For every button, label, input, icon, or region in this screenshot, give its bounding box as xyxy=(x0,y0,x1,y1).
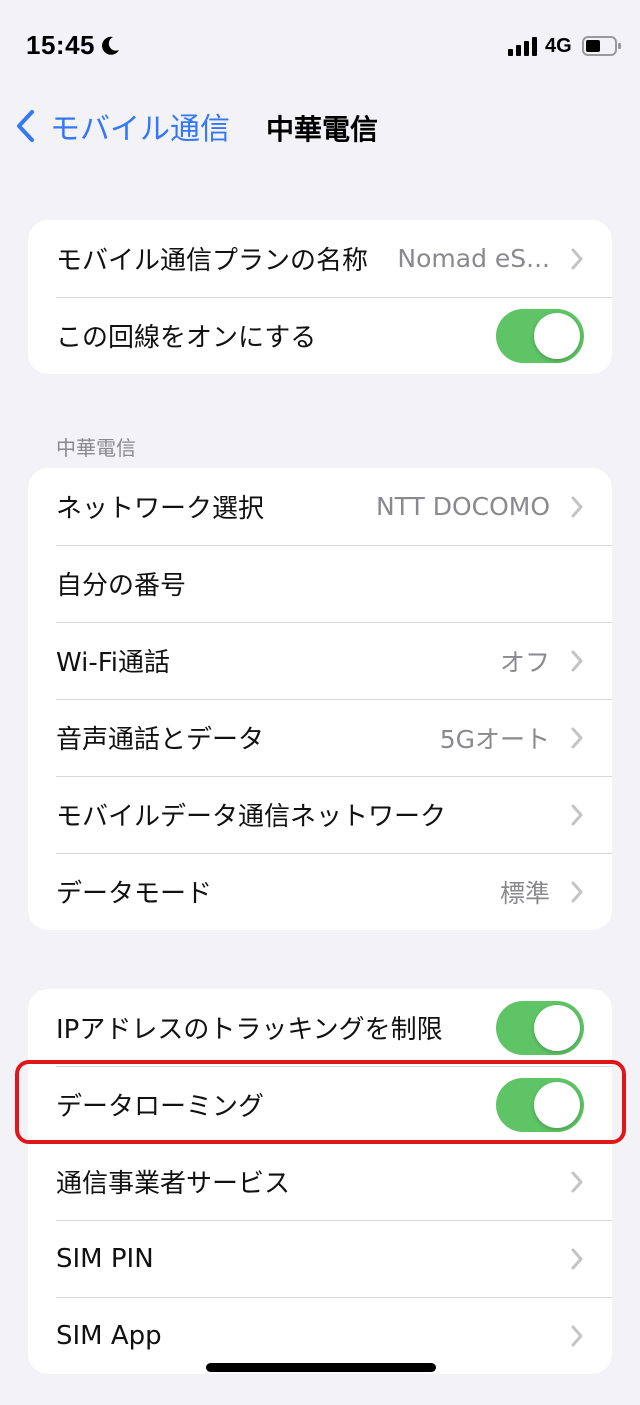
status-time: 15:45 xyxy=(26,30,95,60)
ip-tracking-row: IPアドレスのトラッキングを制限 xyxy=(28,989,612,1066)
plan-name-row[interactable]: モバイル通信プランの名称 Nomad eS... xyxy=(28,220,612,297)
row-value: 標準 xyxy=(499,878,550,908)
carrier-services-row[interactable]: 通信事業者サービス xyxy=(28,1143,612,1220)
mobile-data-network-row[interactable]: モバイルデータ通信ネットワーク xyxy=(28,776,612,853)
chevron-right-icon xyxy=(571,727,583,748)
chevron-left-icon xyxy=(17,110,34,142)
network-type: 4G xyxy=(545,35,572,57)
sim-pin-row[interactable]: SIM PIN xyxy=(28,1220,612,1297)
moon-icon xyxy=(102,36,119,55)
plan-name-value: Nomad eS... xyxy=(397,244,550,273)
network-selection-row[interactable]: ネットワーク選択 NTT DOCOMO xyxy=(28,468,612,545)
sim-app-label: SIM App xyxy=(56,1320,162,1351)
ip-tracking-toggle[interactable] xyxy=(496,1000,584,1055)
battery-icon xyxy=(582,36,621,56)
chevron-right-icon xyxy=(571,1325,583,1346)
back-button[interactable]: モバイル通信 xyxy=(14,106,230,147)
home-indicator xyxy=(206,1363,436,1372)
back-label: モバイル通信 xyxy=(50,112,230,147)
ip-tracking-label: IPアドレスのトラッキングを制限 xyxy=(56,1015,443,1045)
data-mode-row[interactable]: データモード 標準 xyxy=(28,853,612,930)
carrier-services-label: 通信事業者サービス xyxy=(56,1169,291,1199)
row-label: モバイルデータ通信ネットワーク xyxy=(56,802,447,832)
chevron-right-icon xyxy=(571,1171,583,1192)
chevron-right-icon xyxy=(571,881,583,902)
line-on-row: この回線をオンにする xyxy=(28,297,612,374)
row-label: ネットワーク選択 xyxy=(56,494,265,524)
toggle-knob xyxy=(534,1004,580,1051)
carrier-settings-group: ネットワーク選択 NTT DOCOMO 自分の番号 Wi-Fi通話 オフ 音声通… xyxy=(28,468,612,930)
my-number-row[interactable]: 自分の番号 xyxy=(28,545,612,622)
section-header: 中華電信 xyxy=(56,436,136,460)
chevron-right-icon xyxy=(571,248,583,269)
voice-data-row[interactable]: 音声通話とデータ 5Gオート xyxy=(28,699,612,776)
page-title: 中華電信 xyxy=(266,113,379,146)
status-bar: 15:45 4G xyxy=(0,0,640,92)
row-value: 5Gオート xyxy=(439,724,550,754)
chevron-right-icon xyxy=(571,1248,583,1269)
chevron-right-icon xyxy=(571,650,583,671)
row-value: NTT DOCOMO xyxy=(375,492,550,521)
row-label: 自分の番号 xyxy=(56,571,187,601)
toggle-knob xyxy=(534,312,580,359)
row-value: オフ xyxy=(499,647,550,677)
signal-icon xyxy=(508,37,537,56)
sim-pin-label: SIM PIN xyxy=(56,1243,154,1274)
privacy-roaming-group: IPアドレスのトラッキングを制限 データローミング 通信事業者サービス SIM … xyxy=(28,989,612,1374)
nav-bar: モバイル通信 中華電信 xyxy=(0,92,640,162)
row-label: Wi-Fi通話 xyxy=(56,648,171,678)
chevron-right-icon xyxy=(571,496,583,517)
roaming-highlight-box xyxy=(15,1060,626,1144)
plan-name-label: モバイル通信プランの名称 xyxy=(56,246,369,276)
chevron-right-icon xyxy=(571,804,583,825)
row-label: 音声通話とデータ xyxy=(56,725,265,755)
wifi-calling-row[interactable]: Wi-Fi通話 オフ xyxy=(28,622,612,699)
line-on-label: この回線をオンにする xyxy=(56,323,317,353)
row-label: データモード xyxy=(56,879,213,909)
plan-group: モバイル通信プランの名称 Nomad eS... この回線をオンにする xyxy=(28,220,612,374)
line-on-toggle[interactable] xyxy=(496,308,584,363)
